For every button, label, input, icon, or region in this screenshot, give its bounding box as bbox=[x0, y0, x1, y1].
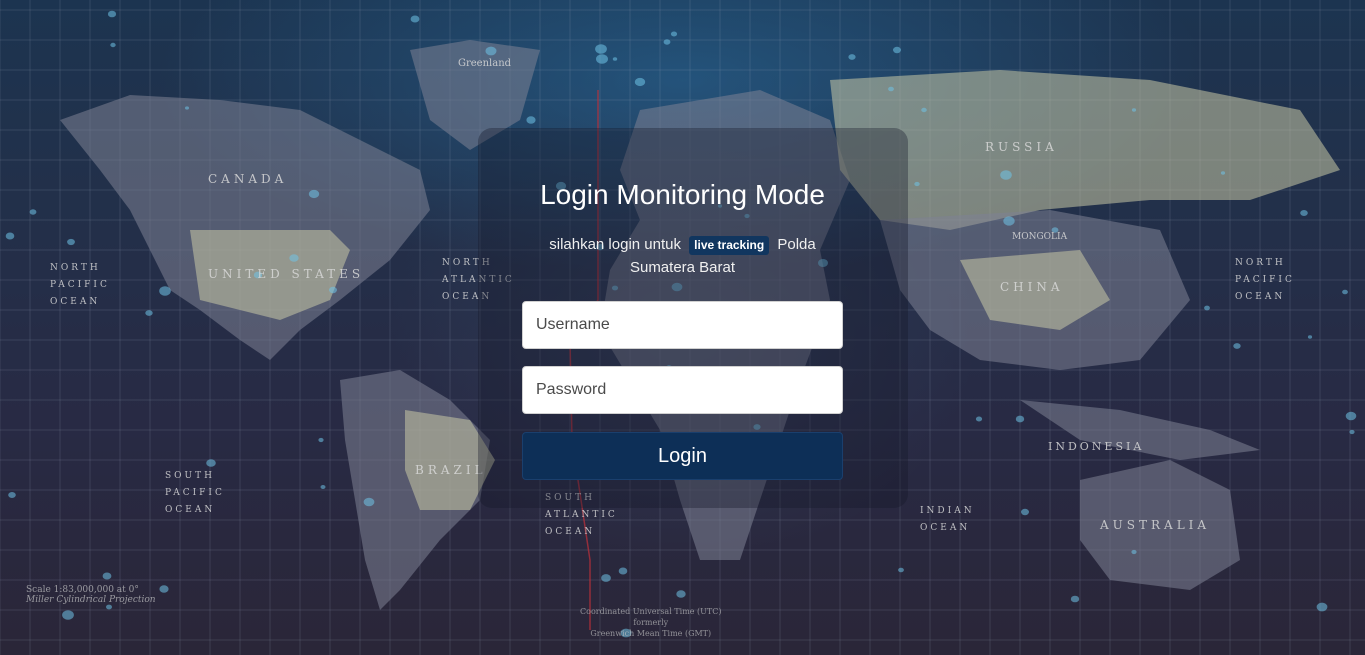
utc-line-3: Greenwich Mean Time (GMT) bbox=[590, 629, 712, 638]
password-input[interactable] bbox=[522, 366, 843, 414]
subtitle-text-before: silahkan login untuk bbox=[549, 236, 681, 253]
login-button[interactable]: Login bbox=[522, 432, 843, 480]
map-label-mongolia: MONGOLIA bbox=[1012, 232, 1068, 242]
username-input[interactable] bbox=[522, 301, 843, 349]
map-scale-text: Scale 1:83,000,000 at 0° bbox=[26, 585, 139, 595]
login-title: Login Monitoring Mode bbox=[540, 179, 825, 210]
live-tracking-badge: live tracking bbox=[689, 236, 770, 255]
utc-line-1: Coordinated Universal Time (UTC) bbox=[580, 607, 722, 616]
map-label-united-states: UNITED STATES bbox=[208, 267, 365, 281]
map-label-south-pacific: SOUTH PACIFIC OCEAN bbox=[165, 471, 225, 515]
map-label-indian-ocean: INDIAN OCEAN bbox=[920, 506, 975, 533]
utc-caption: Coordinated Universal Time (UTC) formerl… bbox=[580, 606, 722, 639]
map-label-russia: RUSSIA bbox=[985, 140, 1058, 154]
north-america-landmass bbox=[60, 95, 430, 360]
map-label-north-pacific-left: NORTH PACIFIC OCEAN bbox=[50, 263, 110, 307]
map-label-australia: AUSTRALIA bbox=[1100, 518, 1211, 532]
login-subtitle: silahkan login untuk live tracking Polda… bbox=[522, 233, 843, 279]
map-label-canada: CANADA bbox=[208, 172, 288, 186]
login-form: Login Monitoring Mode silahkan login unt… bbox=[522, 176, 843, 480]
map-label-north-pacific-right: NORTH PACIFIC OCEAN bbox=[1235, 258, 1295, 302]
map-projection-text: Miller Cylindrical Projection bbox=[26, 595, 156, 605]
map-label-brazil: BRAZIL bbox=[415, 463, 487, 477]
map-scale: Scale 1:83,000,000 at 0° Miller Cylindri… bbox=[26, 585, 156, 605]
utc-line-2: formerly bbox=[633, 618, 669, 627]
map-label-greenland: Greenland bbox=[458, 58, 512, 69]
map-label-indonesia: INDONESIA bbox=[1048, 440, 1145, 453]
map-label-china: CHINA bbox=[1000, 280, 1064, 294]
